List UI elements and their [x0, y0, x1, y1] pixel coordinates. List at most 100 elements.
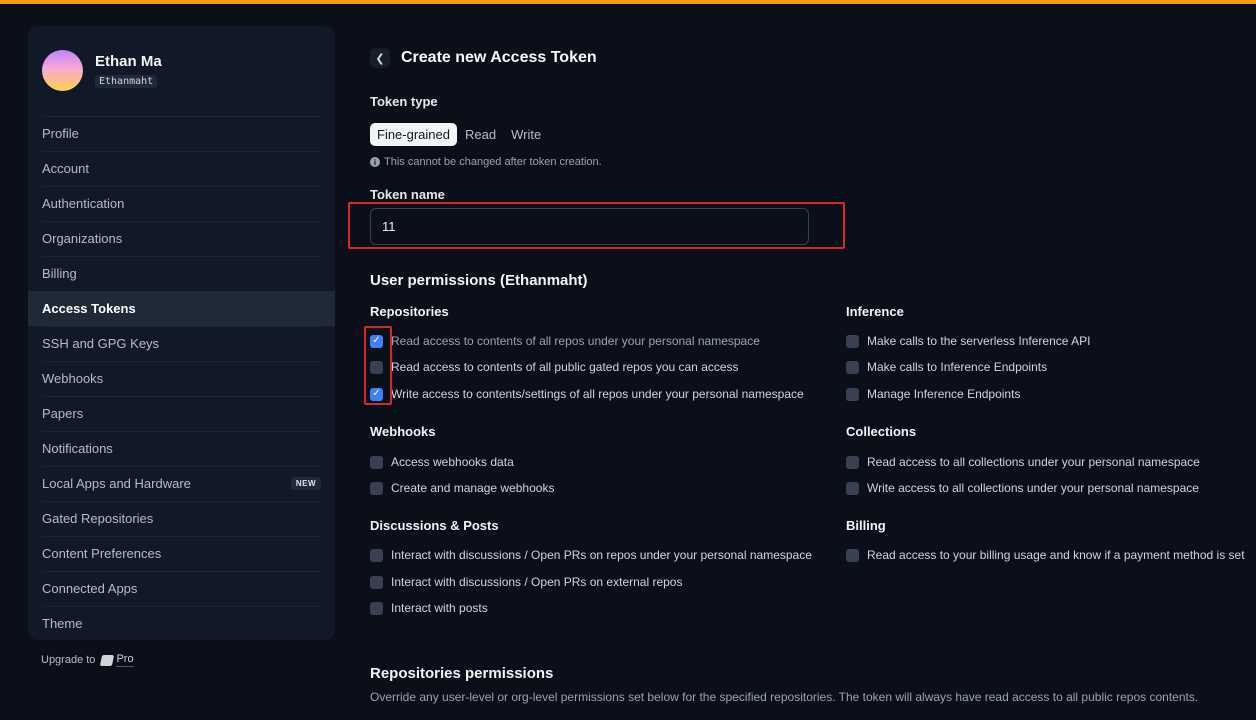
perm-webhooks-access[interactable]: Access webhooks data [370, 455, 514, 469]
checkbox[interactable] [846, 334, 859, 348]
perm-label: Interact with posts [391, 601, 488, 615]
pro-label: Pro [116, 653, 134, 667]
perm-collections-read[interactable]: Read access to all collections under you… [846, 455, 1200, 469]
checkbox[interactable] [370, 575, 383, 589]
checkbox[interactable] [370, 601, 383, 615]
sidebar-item-label: Organizations [42, 231, 123, 246]
perm-inference-manage[interactable]: Manage Inference Endpoints [846, 387, 1020, 401]
sidebar-item-label: Authentication [42, 196, 125, 211]
perm-label: Make calls to Inference Endpoints [867, 360, 1048, 374]
sidebar-item-label: Profile [42, 126, 79, 141]
sidebar-item-label: Papers [42, 406, 84, 421]
checkbox[interactable] [846, 387, 859, 401]
webhooks-group-title: Webhooks [370, 424, 436, 439]
sidebar-item-access-tokens[interactable]: Access Tokens [28, 291, 335, 326]
sidebar-item-ssh-gpg-keys[interactable]: SSH and GPG Keys [28, 326, 335, 361]
sidebar-item-webhooks[interactable]: Webhooks [28, 361, 335, 396]
sidebar-item-papers[interactable]: Papers [28, 396, 335, 431]
pro-icon [100, 654, 115, 666]
sidebar-item-label: Local Apps and Hardware [42, 476, 191, 491]
sidebar-item-label: Notifications [42, 441, 113, 456]
perm-label: Interact with discussions / Open PRs on … [391, 575, 683, 589]
sidebar-item-billing[interactable]: Billing [28, 256, 335, 291]
perm-inference-endpoints[interactable]: Make calls to Inference Endpoints [846, 360, 1047, 374]
sidebar-item-gated-repositories[interactable]: Gated Repositories [28, 501, 335, 536]
perm-repo-write-personal[interactable]: ✓ Write access to contents/settings of a… [370, 387, 804, 401]
top-accent-bar [0, 0, 1256, 4]
tab-write[interactable]: Write [504, 123, 548, 146]
sidebar-item-label: Connected Apps [42, 581, 138, 596]
user-permissions-title: User permissions (Ethanmaht) [370, 272, 588, 289]
checkbox[interactable] [846, 548, 859, 562]
perm-label: Read access to contents of all repos und… [391, 334, 760, 348]
upgrade-to-pro-link[interactable]: Upgrade to Pro [41, 653, 134, 667]
checkbox[interactable] [370, 481, 383, 495]
sidebar-item-label: Access Tokens [42, 301, 136, 316]
collections-group-title: Collections [846, 424, 917, 439]
perm-label: Create and manage webhooks [391, 481, 555, 495]
perm-inference-serverless[interactable]: Make calls to the serverless Inference A… [846, 334, 1090, 348]
sidebar-item-organizations[interactable]: Organizations [28, 221, 335, 256]
perm-label: Interact with discussions / Open PRs on … [391, 548, 812, 562]
avatar[interactable] [42, 50, 83, 91]
settings-sidebar: Ethan Ma Ethanmaht Profile Account Authe… [28, 26, 335, 640]
sidebar-item-label: SSH and GPG Keys [42, 336, 160, 351]
upgrade-label: Upgrade to [41, 654, 96, 666]
perm-label: Write access to contents/settings of all… [391, 387, 804, 401]
inference-group-title: Inference [846, 304, 904, 319]
sidebar-item-theme[interactable]: Theme [28, 606, 335, 641]
perm-label: Manage Inference Endpoints [867, 387, 1021, 401]
perm-webhooks-manage[interactable]: Create and manage webhooks [370, 481, 554, 495]
sidebar-item-profile[interactable]: Profile [28, 116, 335, 151]
token-type-tabs: Fine-grained Read Write [370, 123, 549, 146]
checkbox[interactable] [846, 360, 859, 374]
checkbox[interactable] [846, 455, 859, 469]
perm-repo-read-personal[interactable]: ✓ Read access to contents of all repos u… [370, 334, 760, 348]
repositories-group-title: Repositories [370, 304, 449, 319]
repo-permissions-description: Override any user-level or org-level per… [370, 690, 1199, 704]
perm-label: Access webhooks data [391, 455, 514, 469]
sidebar-item-local-apps[interactable]: Local Apps and Hardware NEW [28, 466, 335, 501]
page-title: Create new Access Token [401, 49, 597, 66]
token-type-notice: i This cannot be changed after token cre… [370, 156, 602, 168]
perm-posts[interactable]: Interact with posts [370, 601, 488, 615]
new-badge: NEW [290, 477, 321, 490]
token-name-highlight [348, 202, 845, 249]
perm-label: Read access to contents of all public ga… [391, 360, 739, 374]
sidebar-item-label: Billing [42, 266, 77, 281]
sidebar-item-label: Account [42, 161, 89, 176]
sidebar-item-connected-apps[interactable]: Connected Apps [28, 571, 335, 606]
profile-header: Ethan Ma Ethanmaht [42, 50, 162, 91]
perm-discussions-external[interactable]: Interact with discussions / Open PRs on … [370, 575, 682, 589]
sidebar-item-notifications[interactable]: Notifications [28, 431, 335, 466]
chevron-left-icon: ❮ [375, 52, 385, 65]
tab-read[interactable]: Read [458, 123, 503, 146]
discussions-group-title: Discussions & Posts [370, 518, 499, 533]
sidebar-item-label: Content Preferences [42, 546, 162, 561]
checkbox-highlight [364, 326, 392, 405]
perm-collections-write[interactable]: Write access to all collections under yo… [846, 481, 1199, 495]
perm-label: Write access to all collections under yo… [867, 481, 1199, 495]
perm-billing-read[interactable]: Read access to your billing usage and kn… [846, 548, 1245, 562]
sidebar-item-authentication[interactable]: Authentication [28, 186, 335, 221]
checkbox[interactable] [370, 455, 383, 469]
checkbox[interactable] [370, 548, 383, 562]
sidebar-nav: Profile Account Authentication Organizat… [28, 116, 335, 641]
billing-group-title: Billing [846, 518, 886, 533]
sidebar-item-label: Webhooks [42, 371, 104, 386]
perm-discussions-personal[interactable]: Interact with discussions / Open PRs on … [370, 548, 812, 562]
sidebar-item-label: Gated Repositories [42, 511, 154, 526]
token-type-label: Token type [370, 94, 438, 109]
repo-permissions-title: Repositories permissions [370, 665, 554, 682]
perm-label: Read access to your billing usage and kn… [867, 548, 1245, 562]
sidebar-item-content-preferences[interactable]: Content Preferences [28, 536, 335, 571]
perm-label: Read access to all collections under you… [867, 455, 1200, 469]
back-button[interactable]: ❮ [370, 48, 390, 68]
info-icon: i [370, 157, 380, 167]
notice-text: This cannot be changed after token creat… [384, 156, 602, 168]
tab-fine-grained[interactable]: Fine-grained [370, 123, 457, 146]
sidebar-item-label: Theme [42, 616, 83, 631]
sidebar-item-account[interactable]: Account [28, 151, 335, 186]
perm-repo-read-gated[interactable]: Read access to contents of all public ga… [370, 360, 739, 374]
checkbox[interactable] [846, 481, 859, 495]
